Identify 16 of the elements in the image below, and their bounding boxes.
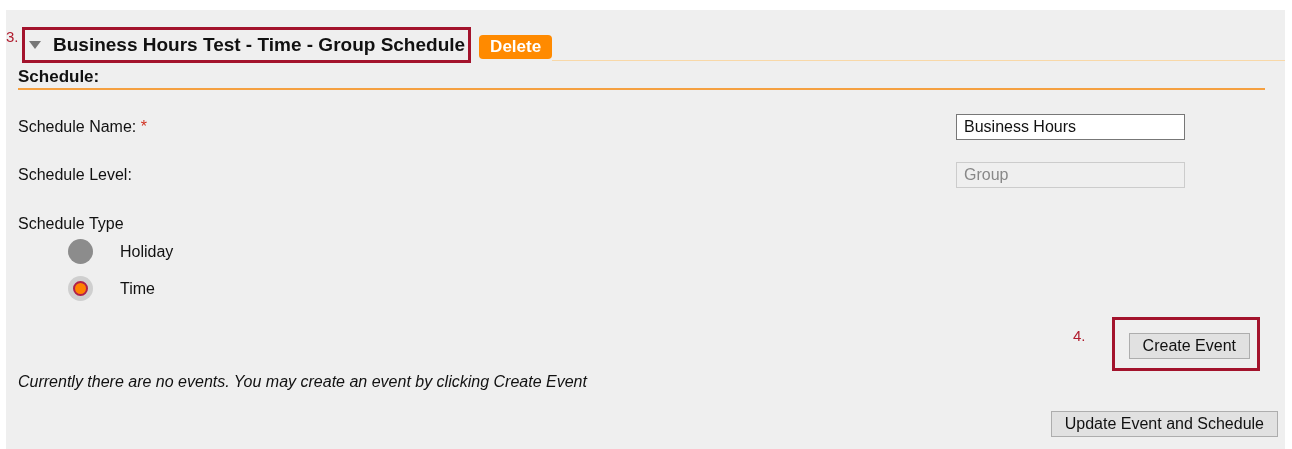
info-message: Currently there are no events. You may create an event by clicking Create Event xyxy=(18,373,589,391)
radio-label: Holiday xyxy=(120,242,174,261)
field-label: Schedule Type xyxy=(18,215,125,233)
step-number: 4. xyxy=(1073,327,1086,344)
field-label: Schedule Level: xyxy=(18,166,133,184)
section-subheading: Schedule: xyxy=(18,67,1265,90)
field-label: Schedule Name: * xyxy=(18,118,148,136)
text-field[interactable]: Business Hours xyxy=(956,114,1185,140)
radio-label: Time xyxy=(120,279,155,298)
section-title: Business Hours Test - Time - Group Schedule xyxy=(53,34,466,56)
radio-button[interactable] xyxy=(68,239,93,264)
collapse-triangle-icon[interactable] xyxy=(29,41,41,49)
radio-button[interactable] xyxy=(68,276,93,301)
create-event-button[interactable]: Create Event xyxy=(1128,333,1250,359)
update-button[interactable]: Update Event and Schedule xyxy=(1050,411,1278,437)
step-number: 3. xyxy=(6,28,19,45)
